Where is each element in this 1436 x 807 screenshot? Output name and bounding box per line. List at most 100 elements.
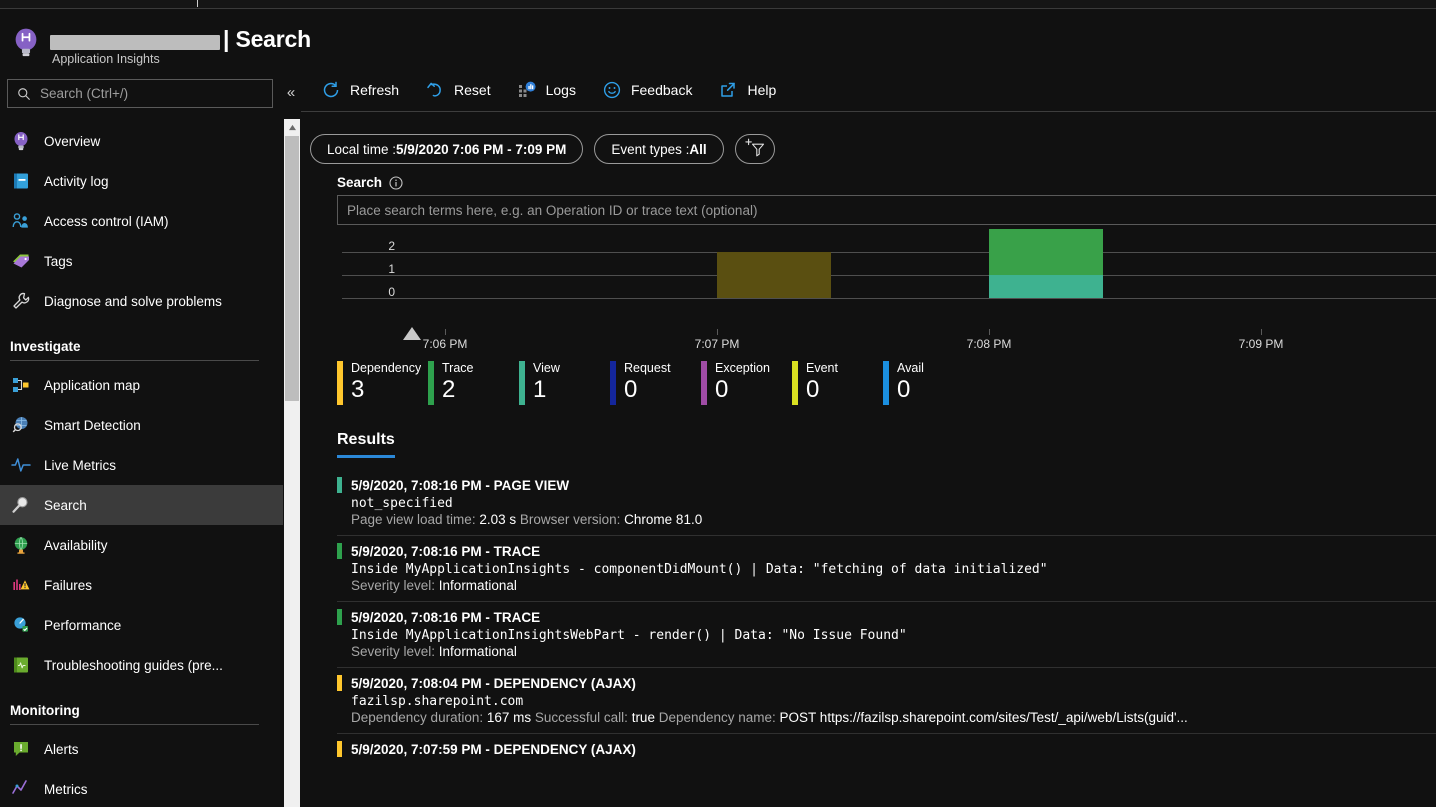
chart-bar-trace[interactable] (989, 229, 1103, 275)
legend-name: Avail (897, 361, 924, 375)
result-title: 5/9/2020, 7:08:04 PM - DEPENDENCY (AJAX) (351, 675, 636, 691)
legend-value: 0 (624, 376, 638, 403)
legend-swatch (883, 361, 889, 405)
result-meta-key: Severity level: (351, 644, 439, 659)
scroll-up-arrow-icon[interactable] (284, 119, 300, 136)
alerts-icon (10, 738, 32, 760)
sidebar-item-performance[interactable]: Performance (0, 605, 283, 645)
sidebar-item-label: Troubleshooting guides (pre... (44, 657, 223, 673)
legend-value: 2 (442, 376, 456, 403)
result-meta-value: 167 ms (486, 710, 532, 725)
performance-icon (10, 614, 32, 636)
result-type-color-bar (337, 741, 342, 757)
sidebar-item-diagnose[interactable]: Diagnose and solve problems (0, 281, 283, 321)
sidebar-item-access-control[interactable]: Access control (IAM) (0, 201, 283, 241)
result-meta-value: 2.03 s (479, 512, 517, 527)
info-icon[interactable] (389, 175, 403, 190)
filter-bar: Local time : 5/9/2020 7:06 PM - 7:09 PM … (301, 112, 1436, 172)
result-meta-value: true (631, 710, 655, 725)
title-separator: | (223, 25, 230, 52)
sidebar-scrollbar[interactable] (284, 119, 300, 807)
sidebar-item-live-metrics[interactable]: Live Metrics (0, 445, 283, 485)
sidebar-item-application-map[interactable]: Application map (0, 365, 283, 405)
sidebar-item-label: Access control (IAM) (44, 213, 169, 229)
results-title: Results (337, 431, 395, 448)
refresh-button[interactable]: Refresh (321, 75, 399, 105)
result-row[interactable]: 5/9/2020, 7:08:16 PM - TRACE Inside MyAp… (337, 602, 1436, 668)
sidebar-item-availability[interactable]: Availability (0, 525, 283, 565)
add-filter-icon (743, 136, 767, 163)
search-terms-input[interactable]: Place search terms here, e.g. an Operati… (337, 195, 1436, 225)
sidebar-item-label: Diagnose and solve problems (44, 293, 222, 309)
chart-xtick (1261, 329, 1262, 335)
sidebar-item-metrics[interactable]: Metrics (0, 769, 283, 807)
sidebar-item-tags[interactable]: Tags (0, 241, 283, 281)
sidebar-item-smart-detection[interactable]: Smart Detection (0, 405, 283, 445)
azure-portal-search-blade: | Search Application Insights Search (Ct… (0, 0, 1436, 807)
application-map-icon (10, 374, 32, 396)
sidebar-item-failures[interactable]: Failures (0, 565, 283, 605)
logs-label: Logs (545, 82, 576, 98)
chart-bar-view[interactable] (989, 275, 1103, 298)
legend-item-dependency[interactable]: Dependency 3 (337, 361, 428, 405)
sidebar-search-input[interactable]: Search (Ctrl+/) (7, 79, 273, 108)
legend-item-avail[interactable]: Avail 0 (883, 361, 974, 405)
chart-x-axis: 7:06 PM 7:07 PM 7:08 PM 7:09 PM (337, 329, 1436, 355)
sidebar-item-label: Metrics (44, 781, 88, 797)
sidebar-group-monitoring: Monitoring (10, 703, 80, 718)
result-row[interactable]: 5/9/2020, 7:08:16 PM - TRACE Inside MyAp… (337, 536, 1436, 602)
legend-swatch (610, 361, 616, 405)
legend-item-trace[interactable]: Trace 2 (428, 361, 519, 405)
results-tab[interactable]: Results (337, 431, 395, 458)
blade-subtitle: Application Insights (52, 52, 160, 66)
troubleshooting-icon (10, 654, 32, 676)
refresh-icon (321, 80, 341, 100)
result-row[interactable]: 5/9/2020, 7:08:04 PM - DEPENDENCY (AJAX)… (337, 668, 1436, 734)
live-metrics-icon (10, 454, 32, 476)
legend-name: Event (806, 361, 838, 375)
metrics-icon (10, 778, 32, 800)
sidebar-item-label: Availability (44, 537, 108, 553)
time-range-filter[interactable]: Local time : 5/9/2020 7:06 PM - 7:09 PM (310, 134, 584, 164)
legend-name: View (533, 361, 560, 375)
legend-item-exception[interactable]: Exception 0 (701, 361, 792, 405)
result-row[interactable]: 5/9/2020, 7:07:59 PM - DEPENDENCY (AJAX) (337, 734, 1436, 765)
feedback-button[interactable]: Feedback (602, 75, 692, 105)
sidebar-item-troubleshooting-guides[interactable]: Troubleshooting guides (pre... (0, 645, 283, 685)
legend-item-request[interactable]: Request 0 (610, 361, 701, 405)
event-type-legend: Dependency 3 Trace 2 View 1 Request 0 Ex… (337, 361, 1436, 405)
chart-gridline (342, 298, 1436, 299)
sidebar-item-activity-log[interactable]: Activity log (0, 161, 283, 201)
events-timeline-chart[interactable]: 2 1 0 (337, 229, 1436, 340)
event-types-value: All (689, 141, 707, 157)
blade-title-row: | Search (50, 23, 311, 55)
legend-item-event[interactable]: Event 0 (792, 361, 883, 405)
logs-button[interactable]: Logs (517, 75, 576, 105)
legend-item-view[interactable]: View 1 (519, 361, 610, 405)
sidebar-group-divider (10, 724, 259, 725)
result-row[interactable]: 5/9/2020, 7:08:16 PM - PAGE VIEW not_spe… (337, 470, 1436, 536)
result-meta-value: Informational (438, 644, 517, 659)
sidebar-item-search[interactable]: Search (0, 485, 283, 525)
event-types-filter[interactable]: Event types : All (594, 134, 724, 164)
sidebar-scrollbar-thumb[interactable] (285, 136, 299, 401)
add-filter-button[interactable] (734, 134, 775, 164)
lightbulb-icon (10, 130, 32, 152)
blade-header: | Search Application Insights (0, 9, 1436, 69)
legend-value: 1 (533, 376, 547, 403)
sidebar-item-overview[interactable]: Overview (0, 121, 283, 161)
refresh-label: Refresh (350, 82, 400, 98)
sidebar-item-alerts[interactable]: Alerts (0, 729, 283, 769)
legend-swatch (337, 361, 343, 405)
result-meta-key: Page view load time: (351, 512, 480, 527)
result-meta-value: POST https://fazilsp.sharepoint.com/site… (779, 710, 1188, 725)
collapse-sidebar-button[interactable]: « (283, 84, 299, 102)
reset-button[interactable]: Reset (425, 75, 491, 105)
result-meta-value: Chrome 81.0 (624, 512, 703, 527)
page-title: Search (235, 25, 311, 52)
help-button[interactable]: Help (718, 75, 776, 105)
lightbulb-icon (12, 28, 40, 58)
chart-bar-dependency[interactable] (717, 252, 831, 298)
result-detail: Inside MyApplicationInsightsWebPart - re… (351, 628, 907, 643)
help-label: Help (747, 82, 777, 98)
